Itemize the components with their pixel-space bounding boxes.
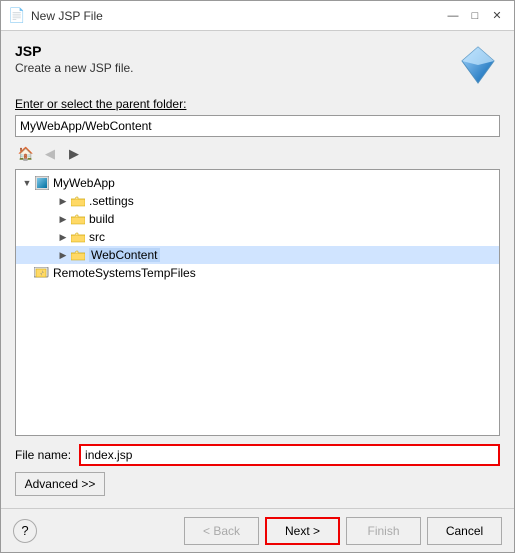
maximize-button[interactable]: □	[466, 7, 484, 25]
advanced-button[interactable]: Advanced >>	[15, 472, 105, 496]
dialog-footer: ? < Back Next > Finish Cancel	[1, 508, 514, 552]
forward-nav-button[interactable]: ▶	[63, 143, 85, 165]
finish-button[interactable]: Finish	[346, 517, 421, 545]
titlebar: 📄 New JSP File — □ ✕	[1, 1, 514, 31]
expand-icon: ▶	[56, 250, 70, 261]
project-icon	[34, 175, 50, 191]
folder-icon	[70, 229, 86, 245]
header-section: JSP Create a new JSP file.	[15, 43, 500, 87]
minimize-button[interactable]: —	[444, 7, 462, 25]
tree-toolbar: 🏠 ◀ ▶	[15, 143, 500, 165]
home-button[interactable]: 🏠	[15, 143, 37, 165]
new-jsp-file-dialog: 📄 New JSP File — □ ✕ JSP Create a new JS…	[0, 0, 515, 553]
tree-item[interactable]: ▼ MyWebApp	[16, 174, 499, 192]
tree-item[interactable]: ▶ src	[16, 228, 499, 246]
tree-item-label: .settings	[89, 194, 134, 208]
footer-left: ?	[13, 519, 43, 543]
folder-icon	[70, 247, 86, 263]
tree-item[interactable]: ▶ build	[16, 210, 499, 228]
section-title: JSP	[15, 43, 456, 59]
expand-icon: ▼	[20, 178, 34, 188]
cancel-button[interactable]: Cancel	[427, 517, 502, 545]
folder-label: Enter or select the parent folder:	[15, 97, 500, 111]
wizard-icon	[456, 43, 500, 87]
tree-item-webcontent[interactable]: ▶ WebContent	[16, 246, 499, 264]
filename-label: File name:	[15, 448, 71, 462]
expand-icon: ▶	[56, 232, 70, 243]
next-button[interactable]: Next >	[265, 517, 340, 545]
folder-tree[interactable]: ▼ MyWebApp	[15, 169, 500, 436]
folder-icon	[70, 193, 86, 209]
tree-item-label: build	[89, 212, 114, 226]
header-text: JSP Create a new JSP file.	[15, 43, 456, 85]
folder-input[interactable]	[15, 115, 500, 137]
tree-item[interactable]: ▶ .settings	[16, 192, 499, 210]
bottom-controls: File name: Advanced >>	[15, 444, 500, 496]
close-button[interactable]: ✕	[488, 7, 506, 25]
tree-item-label: src	[89, 230, 105, 244]
window-title: New JSP File	[31, 9, 444, 23]
tree-item[interactable]: RemoteSystemsTempFiles	[16, 264, 499, 282]
back-button[interactable]: < Back	[184, 517, 259, 545]
tree-item-label: WebContent	[89, 248, 160, 262]
tree-item-label: MyWebApp	[53, 176, 115, 190]
back-nav-button[interactable]: ◀	[39, 143, 61, 165]
help-button[interactable]: ?	[13, 519, 37, 543]
dialog-content: JSP Create a new JSP file. Enter or sele…	[1, 31, 514, 508]
filename-input[interactable]	[79, 444, 500, 466]
section-description: Create a new JSP file.	[15, 61, 456, 75]
footer-buttons: < Back Next > Finish Cancel	[184, 517, 502, 545]
tree-item-label: RemoteSystemsTempFiles	[53, 266, 196, 280]
folder-icon	[70, 211, 86, 227]
expand-icon: ▶	[56, 196, 70, 207]
filename-row: File name:	[15, 444, 500, 466]
remote-icon	[34, 265, 50, 281]
window-icon: 📄	[9, 8, 25, 24]
expand-icon: ▶	[56, 214, 70, 225]
window-controls: — □ ✕	[444, 7, 506, 25]
